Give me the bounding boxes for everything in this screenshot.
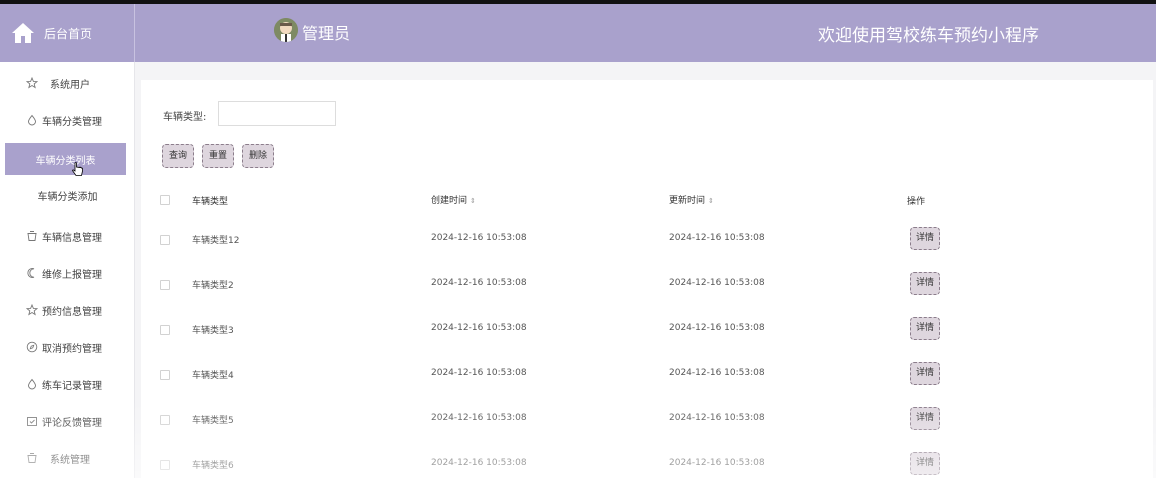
sidebar-item-comment-feedback[interactable]: 评论反馈管理 bbox=[0, 405, 135, 437]
compass-icon bbox=[26, 341, 38, 353]
cell-created-time: 2024-12-16 10:53:08 bbox=[431, 323, 527, 333]
bucket-icon bbox=[26, 230, 38, 242]
sort-icon[interactable]: ⇕ bbox=[470, 197, 476, 205]
sidebar-item-label: 车辆信息管理 bbox=[42, 232, 102, 244]
column-header-actions: 操作 bbox=[907, 197, 926, 207]
sidebar-item-label: 取消预约管理 bbox=[42, 343, 102, 355]
column-header-label: 创建时间 bbox=[431, 196, 468, 206]
sidebar-item-vehicle-category-list[interactable]: 车辆分类列表 bbox=[5, 143, 126, 175]
cell-updated-time: 2024-12-16 10:53:08 bbox=[669, 233, 765, 243]
row-checkbox[interactable] bbox=[160, 235, 170, 245]
cell-updated-time: 2024-12-16 10:53:08 bbox=[669, 368, 765, 378]
cell-updated-time: 2024-12-16 10:53:08 bbox=[669, 278, 765, 288]
sidebar-item-repair-report[interactable]: 维修上报管理 bbox=[0, 257, 135, 289]
sidebar-item-system-management[interactable]: 系统管理 bbox=[0, 442, 135, 474]
column-header-vehicle-type: 车辆类型 bbox=[192, 197, 229, 207]
vehicle-type-filter-label: 车辆类型: bbox=[163, 112, 207, 123]
sidebar-item-label: 预约信息管理 bbox=[42, 306, 102, 318]
delete-button[interactable]: 删除 bbox=[242, 144, 275, 168]
cell-updated-time: 2024-12-16 10:53:08 bbox=[669, 458, 765, 468]
sidebar-item-booking-info[interactable]: 预约信息管理 bbox=[0, 294, 135, 326]
sidebar-item-practice-records[interactable]: 练车记录管理 bbox=[0, 368, 135, 400]
sidebar-item-vehicle-category[interactable]: 车辆分类管理 bbox=[0, 104, 135, 136]
cell-vehicle-type: 车辆类型12 bbox=[192, 236, 240, 246]
sidebar-item-label: 车辆分类列表 bbox=[35, 155, 96, 167]
calendar-icon bbox=[26, 415, 38, 427]
detail-button[interactable]: 详情 bbox=[910, 317, 940, 340]
cell-vehicle-type: 车辆类型4 bbox=[192, 371, 234, 381]
sidebar-item-system-users[interactable]: 系统用户 bbox=[0, 67, 135, 99]
cell-vehicle-type: 车辆类型3 bbox=[192, 326, 234, 336]
row-checkbox[interactable] bbox=[160, 370, 170, 380]
sidebar-item-label: 维修上报管理 bbox=[42, 269, 102, 281]
sidebar-item-label: 系统管理 bbox=[50, 454, 90, 466]
column-header-label: 更新时间 bbox=[669, 196, 706, 206]
sidebar-item-vehicle-category-add[interactable]: 车辆分类添加 bbox=[0, 179, 135, 211]
sidebar-item-label: 系统用户 bbox=[50, 79, 90, 91]
row-checkbox[interactable] bbox=[160, 325, 170, 335]
admin-avatar[interactable] bbox=[274, 18, 298, 42]
cell-created-time: 2024-12-16 10:53:08 bbox=[431, 278, 527, 288]
cell-created-time: 2024-12-16 10:53:08 bbox=[431, 368, 527, 378]
sidebar-item-cancel-booking[interactable]: 取消预约管理 bbox=[0, 331, 135, 363]
row-checkbox[interactable] bbox=[160, 280, 170, 290]
cell-vehicle-type: 车辆类型5 bbox=[192, 416, 234, 426]
row-checkbox[interactable] bbox=[160, 415, 170, 425]
column-header-created-time[interactable]: 创建时间 ⇕ bbox=[431, 193, 476, 206]
sidebar-item-vehicle-info[interactable]: 车辆信息管理 bbox=[0, 220, 135, 252]
reset-button[interactable]: 重置 bbox=[202, 144, 235, 168]
select-all-checkbox[interactable] bbox=[160, 195, 170, 205]
sort-icon[interactable]: ⇕ bbox=[708, 197, 714, 205]
detail-button[interactable]: 详情 bbox=[910, 272, 940, 295]
home-icon bbox=[12, 23, 34, 43]
drop-icon bbox=[26, 114, 38, 126]
sidebar: 系统用户 车辆分类管理 车辆分类列表 车辆分类添加 车辆信息管理 维修上报管理 … bbox=[0, 62, 135, 478]
star-icon bbox=[26, 304, 38, 316]
welcome-title: 欢迎使用驾校练车预约小程序 bbox=[818, 26, 1039, 46]
home-label: 后台首页 bbox=[44, 27, 93, 41]
sidebar-item-label: 车辆分类管理 bbox=[42, 116, 102, 128]
avatar-icon bbox=[274, 18, 298, 42]
sidebar-item-label: 评论反馈管理 bbox=[42, 417, 102, 429]
admin-name[interactable]: 管理员 bbox=[302, 20, 350, 44]
cell-vehicle-type: 车辆类型2 bbox=[192, 281, 234, 291]
moon-icon bbox=[26, 267, 38, 279]
detail-button[interactable]: 详情 bbox=[910, 227, 940, 250]
cell-created-time: 2024-12-16 10:53:08 bbox=[431, 413, 527, 423]
sidebar-item-label: 车辆分类添加 bbox=[37, 191, 98, 203]
star-icon bbox=[26, 77, 38, 89]
vehicle-type-input[interactable] bbox=[218, 101, 336, 126]
cell-updated-time: 2024-12-16 10:53:08 bbox=[669, 413, 765, 423]
row-checkbox[interactable] bbox=[160, 460, 170, 470]
drop-icon bbox=[26, 378, 38, 390]
cell-created-time: 2024-12-16 10:53:08 bbox=[431, 458, 527, 468]
column-header-updated-time[interactable]: 更新时间 ⇕ bbox=[669, 193, 714, 206]
sidebar-item-label: 练车记录管理 bbox=[42, 380, 102, 392]
detail-button[interactable]: 详情 bbox=[910, 407, 940, 430]
cell-created-time: 2024-12-16 10:53:08 bbox=[431, 233, 527, 243]
cell-updated-time: 2024-12-16 10:53:08 bbox=[669, 323, 765, 333]
cell-vehicle-type: 车辆类型6 bbox=[192, 461, 234, 471]
mouse-pointer-icon bbox=[72, 162, 83, 176]
query-button[interactable]: 查询 bbox=[162, 144, 195, 168]
home-link[interactable]: 后台首页 bbox=[0, 4, 135, 62]
bucket-icon bbox=[26, 452, 38, 464]
main-content: 车辆类型: 查询 重置 删除 车辆类型 创建时间 ⇕ 更新时间 ⇕ 操作 车辆类型1… bbox=[141, 80, 1153, 478]
app-header: 后台首页 管理员 欢迎使用驾校练车预约小程序 bbox=[0, 4, 1156, 62]
detail-button[interactable]: 详情 bbox=[910, 452, 940, 475]
detail-button[interactable]: 详情 bbox=[910, 362, 940, 385]
